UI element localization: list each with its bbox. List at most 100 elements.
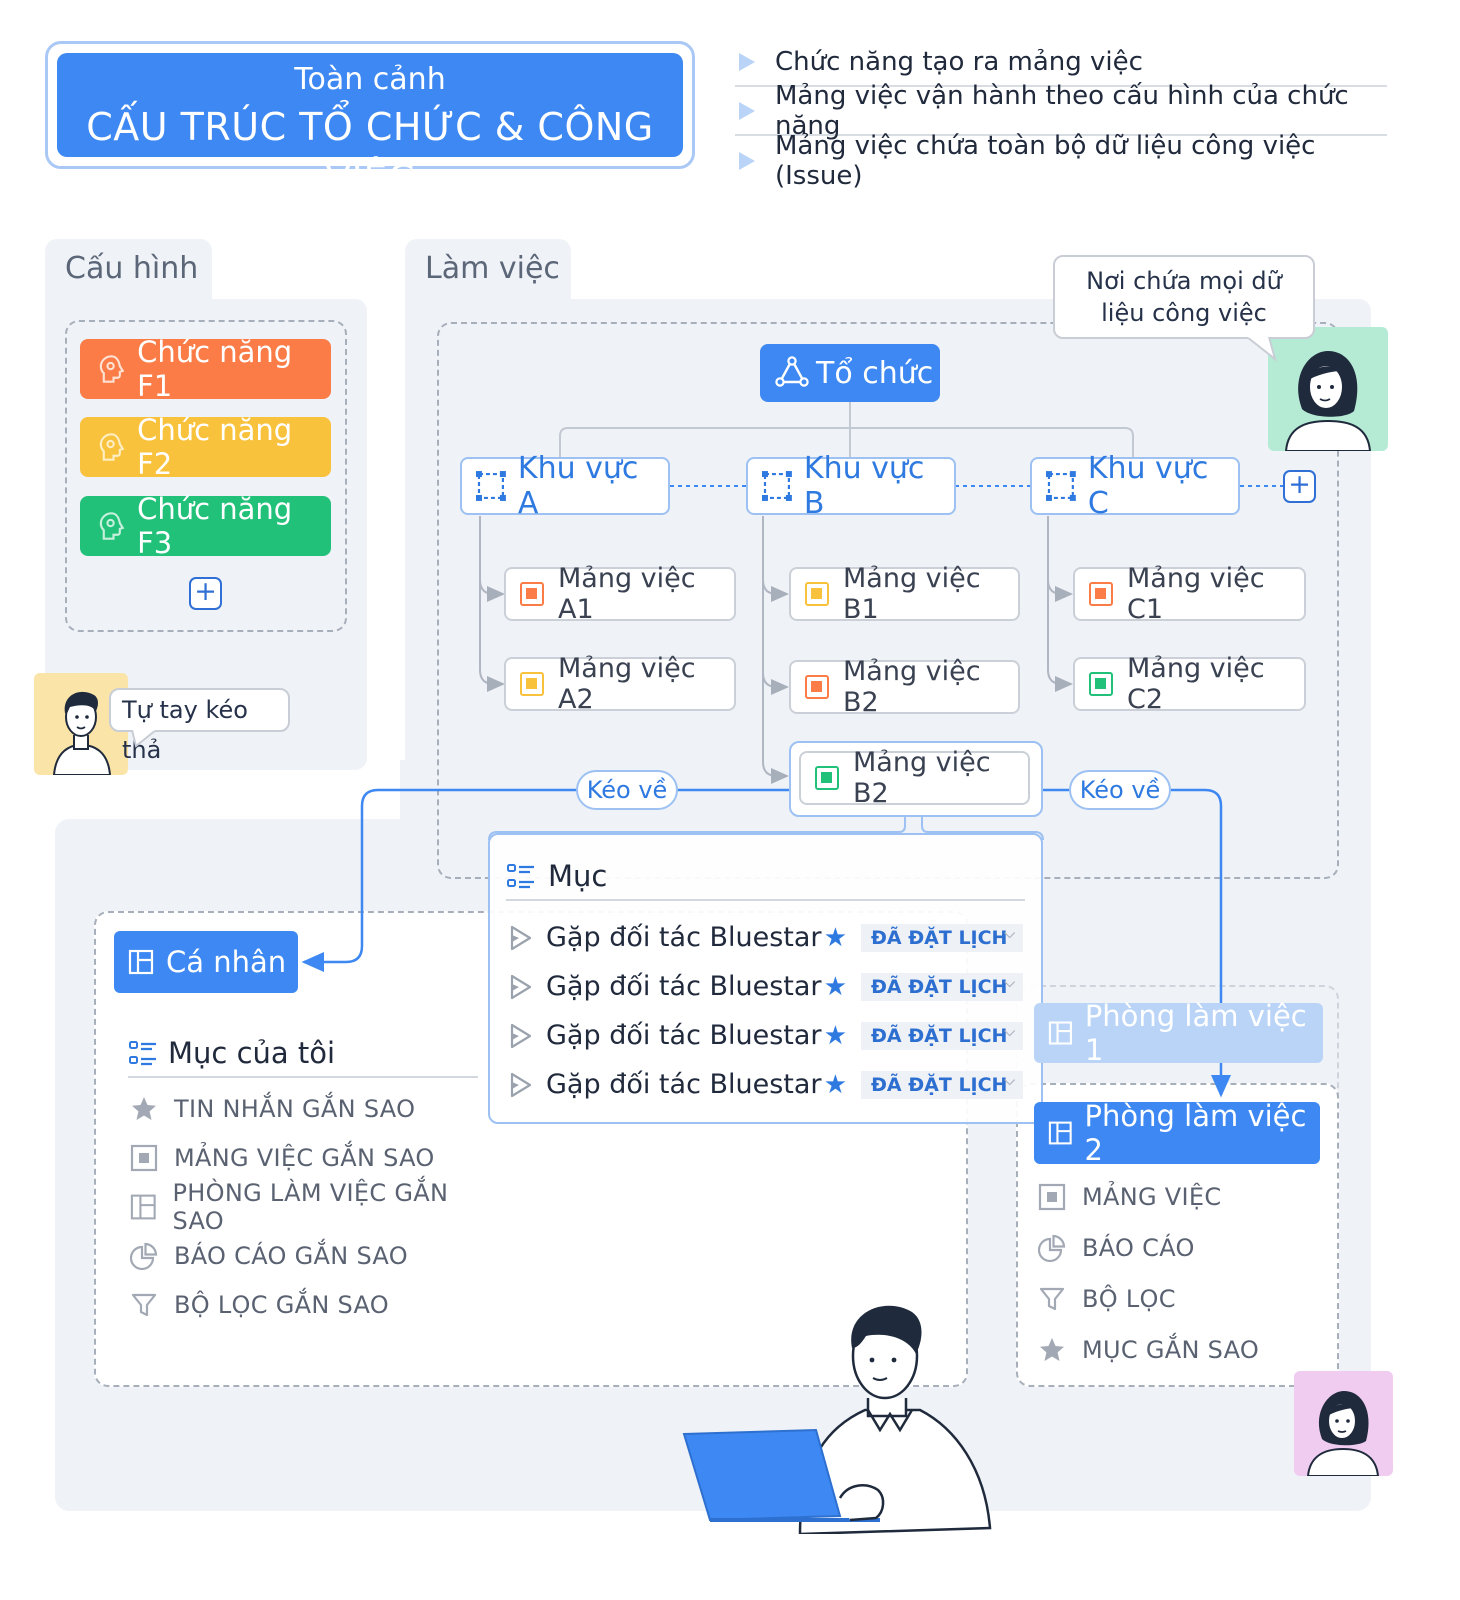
area-select-icon bbox=[475, 471, 506, 501]
workstream-icon bbox=[1089, 582, 1113, 606]
status-badge[interactable]: ĐÃ ĐẶT LỊCH ⌵ bbox=[861, 923, 1023, 952]
square-icon bbox=[1038, 1183, 1066, 1210]
bullet-item: Mảng việc vận hành theo cấu hình của chứ… bbox=[735, 81, 1387, 141]
my-items-header: Mục của tôi bbox=[128, 1030, 478, 1078]
status-badge[interactable]: ĐÃ ĐẶT LỊCH ⌵ bbox=[861, 972, 1023, 1001]
play-triangle-icon bbox=[510, 974, 532, 999]
layout-icon bbox=[1048, 1021, 1072, 1045]
avatar-woman-top bbox=[1268, 327, 1388, 451]
bullet-list: Chức năng tạo ra mảng việc Mảng việc vận… bbox=[735, 38, 1387, 191]
chevron-down-icon: ⌵ bbox=[1004, 974, 1015, 991]
list-item[interactable]: BÁO CÁO bbox=[1038, 1222, 1328, 1273]
list-item-label: BÁO CÁO GẮN SAO bbox=[174, 1241, 408, 1270]
workstream-a1[interactable]: Mảng việc A1 bbox=[504, 563, 736, 625]
list-item-label: BỘ LỌC GẮN SAO bbox=[174, 1290, 389, 1319]
workstream-label: Mảng việc A1 bbox=[558, 563, 696, 625]
square-icon bbox=[130, 1144, 158, 1171]
function-f1[interactable]: Chức năng F1 bbox=[80, 335, 331, 403]
speech-text: Nơi chứa mọi dữ liệu công việc bbox=[1086, 267, 1282, 327]
workroom-1-button[interactable]: Phòng làm việc 1 bbox=[1034, 999, 1323, 1067]
workstream-c2[interactable]: Mảng việc C2 bbox=[1073, 653, 1306, 715]
area-label: Khu vực A bbox=[517, 451, 639, 521]
area-select-icon bbox=[761, 471, 792, 501]
list-item[interactable]: MỤC GẮN SAO bbox=[1038, 1324, 1328, 1375]
workstream-icon bbox=[520, 582, 544, 606]
star-icon[interactable]: ★ bbox=[824, 1070, 847, 1100]
workroom-items-list: MẢNG VIỆC BÁO CÁO BỘ LỌC MỤC GẮN SAO bbox=[1038, 1171, 1328, 1375]
item-row[interactable]: Gặp đối tác Bluestar ★ ĐÃ ĐẶT LỊCH ⌵ bbox=[510, 913, 1023, 962]
person-illustration-icon bbox=[1306, 1391, 1380, 1476]
eye-shape bbox=[891, 1357, 897, 1363]
organization-label: Tổ chức bbox=[816, 355, 934, 391]
chevron-down-icon: ⌵ bbox=[1004, 925, 1015, 942]
status-text: ĐÃ ĐẶT LỊCH bbox=[871, 975, 1008, 998]
item-name: Gặp đối tác Bluestar bbox=[546, 1069, 822, 1100]
layout-icon bbox=[1048, 1121, 1072, 1145]
workstream-c1[interactable]: Mảng việc C1 bbox=[1073, 563, 1306, 625]
star-icon[interactable]: ★ bbox=[824, 923, 847, 953]
layout-icon bbox=[128, 949, 154, 975]
workstream-icon bbox=[1089, 672, 1113, 696]
triangle-bullet-icon bbox=[739, 52, 755, 71]
speech-tail-icon bbox=[131, 730, 157, 748]
list-item[interactable]: TIN NHẮN GẮN SAO bbox=[130, 1084, 490, 1133]
my-items-list: TIN NHẮN GẮN SAO MẢNG VIỆC GẮN SAO PHÒNG… bbox=[130, 1084, 490, 1329]
list-icon bbox=[507, 864, 534, 889]
function-label: Chức năng F1 bbox=[137, 335, 293, 403]
status-text: ĐÃ ĐẶT LỊCH bbox=[871, 1024, 1008, 1047]
items-popup-title: Mục bbox=[548, 859, 608, 893]
list-item-label: MẢNG VIỆC GẮN SAO bbox=[174, 1143, 435, 1172]
list-item[interactable]: MẢNG VIỆC bbox=[1038, 1171, 1328, 1222]
function-f3[interactable]: Chức năng F3 bbox=[80, 492, 331, 560]
chevron-down-icon: ⌵ bbox=[1004, 1072, 1015, 1089]
filter-icon bbox=[1039, 1287, 1065, 1310]
function-f2[interactable]: Chức năng F2 bbox=[80, 413, 331, 481]
workstream-icon bbox=[805, 582, 829, 606]
workstream-icon bbox=[815, 766, 839, 790]
list-item[interactable]: MẢNG VIỆC GẮN SAO bbox=[130, 1133, 490, 1182]
workstream-a2[interactable]: Mảng việc A2 bbox=[504, 653, 736, 715]
workstream-b2[interactable]: Mảng việc B2 bbox=[789, 656, 1020, 718]
avatar-woman-bottom bbox=[1294, 1371, 1393, 1476]
workroom-2-button[interactable]: Phòng làm việc 2 bbox=[1034, 1099, 1320, 1167]
item-row[interactable]: Gặp đối tác Bluestar ★ ĐÃ ĐẶT LỊCH ⌵ bbox=[510, 1011, 1023, 1060]
area-b[interactable]: Khu vực B bbox=[746, 451, 956, 521]
area-c[interactable]: Khu vực C bbox=[1030, 451, 1240, 521]
workstream-b2-selected[interactable]: Mảng việc B2 bbox=[799, 747, 1030, 809]
play-triangle-icon bbox=[510, 1023, 532, 1048]
area-a[interactable]: Khu vực A bbox=[460, 451, 670, 521]
list-item-label: TIN NHẮN GẮN SAO bbox=[174, 1094, 416, 1123]
star-icon[interactable]: ★ bbox=[824, 1021, 847, 1051]
personal-button[interactable]: Cá nhân bbox=[114, 931, 298, 993]
star-icon[interactable]: ★ bbox=[824, 972, 847, 1002]
title-banner: Toàn cảnh CẤU TRÚC TỔ CHỨC & CÔNG VIỆC bbox=[57, 53, 683, 201]
brain-gear-icon bbox=[99, 433, 125, 461]
item-row[interactable]: Gặp đối tác Bluestar ★ ĐÃ ĐẶT LỊCH ⌵ bbox=[510, 1060, 1023, 1109]
workstream-label: Mảng việc C2 bbox=[1127, 653, 1265, 715]
item-row[interactable]: Gặp đối tác Bluestar ★ ĐÃ ĐẶT LỊCH ⌵ bbox=[510, 962, 1023, 1011]
function-label: Chức năng F2 bbox=[137, 413, 293, 481]
play-triangle-icon bbox=[510, 1072, 532, 1097]
add-area-button[interactable]: + bbox=[1283, 470, 1316, 503]
list-icon bbox=[129, 1041, 156, 1066]
workstream-icon bbox=[805, 675, 829, 699]
list-item[interactable]: PHÒNG LÀM VIỆC GẮN SAO bbox=[130, 1179, 490, 1235]
triangle-bullet-icon bbox=[739, 151, 755, 170]
item-name: Gặp đối tác Bluestar bbox=[546, 971, 822, 1002]
bullet-item: Mảng việc chứa toàn bộ dữ liệu công việc… bbox=[735, 131, 1387, 191]
speech-bubble-data: Nơi chứa mọi dữ liệu công việc bbox=[1053, 255, 1315, 339]
workstream-label: Mảng việc A2 bbox=[558, 653, 696, 715]
star-icon bbox=[132, 1096, 156, 1120]
status-badge[interactable]: ĐÃ ĐẶT LỊCH ⌵ bbox=[861, 1021, 1023, 1050]
organization-node[interactable]: Tổ chức bbox=[760, 344, 940, 402]
workstream-b1[interactable]: Mảng việc B1 bbox=[789, 563, 1020, 625]
area-label: Khu vực C bbox=[1087, 451, 1209, 521]
list-item[interactable]: BỘ LỌC bbox=[1038, 1273, 1328, 1324]
organization-icon bbox=[775, 356, 809, 387]
list-item[interactable]: BỘ LỌC GẮN SAO bbox=[130, 1280, 490, 1329]
status-badge[interactable]: ĐÃ ĐẶT LỊCH ⌵ bbox=[861, 1070, 1023, 1099]
speech-tail-icon bbox=[1246, 337, 1277, 362]
add-function-button[interactable]: + bbox=[189, 577, 222, 610]
list-item[interactable]: BÁO CÁO GẮN SAO bbox=[130, 1231, 490, 1280]
workroom-label: Phòng làm việc 2 bbox=[1084, 1099, 1307, 1167]
